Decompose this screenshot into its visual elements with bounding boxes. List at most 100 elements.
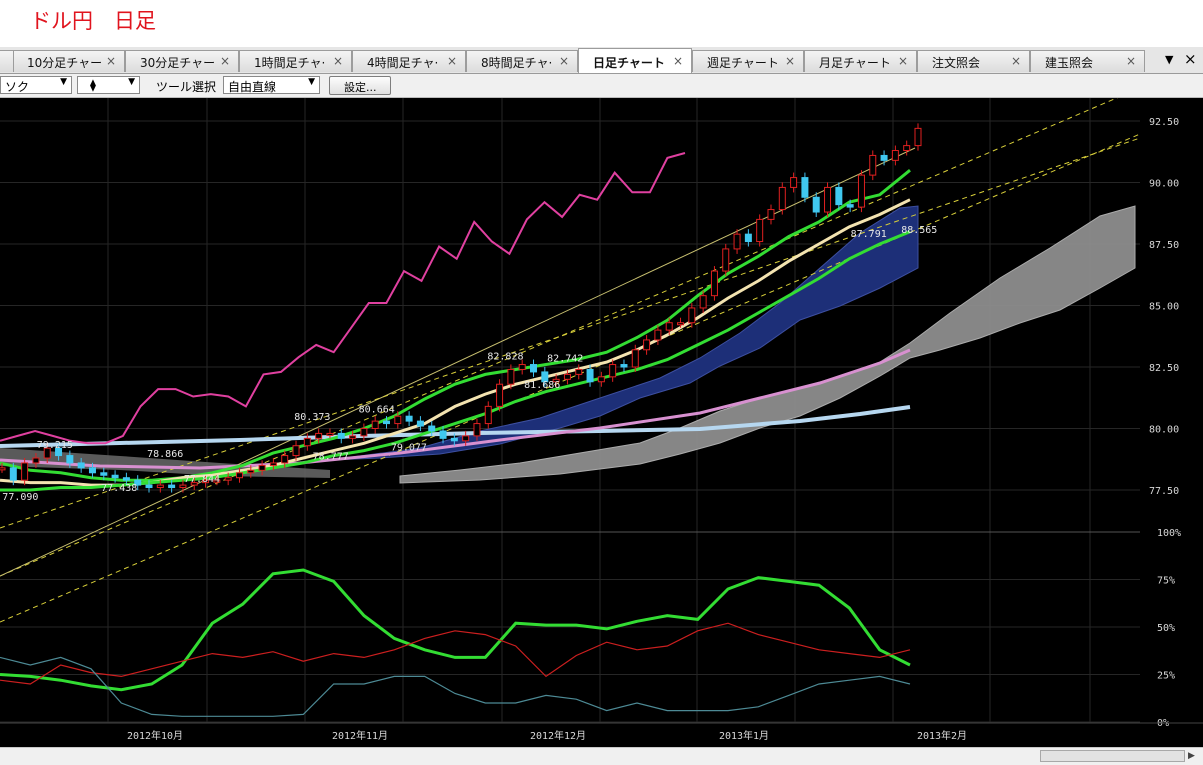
scroll-right-arrow-icon[interactable]: ▶ <box>1188 751 1195 761</box>
candle-body <box>699 295 707 309</box>
chevron-down-icon: ▼ <box>128 77 135 87</box>
oscillator-axis-label: 25% <box>1157 671 1175 682</box>
tab-label: 建玉照会 <box>1045 56 1094 70</box>
candle-body <box>247 469 255 474</box>
settings-button[interactable]: 設定... <box>329 76 391 95</box>
scrollbar-thumb[interactable] <box>1040 750 1185 762</box>
tab-10[interactable]: 建玉照会 × <box>1030 50 1145 72</box>
candle-body <box>224 477 232 481</box>
tab-label: 1時間足チャ· <box>254 56 326 70</box>
tab-7[interactable]: 週足チャート × <box>692 50 804 72</box>
candle-body <box>496 383 504 407</box>
tab-8[interactable]: 月足チャート × <box>804 50 917 72</box>
candle-body <box>371 420 379 429</box>
horizontal-scrollbar[interactable]: ▶ <box>0 747 1203 765</box>
candle-body <box>32 457 40 464</box>
candle-body <box>168 484 176 489</box>
tab-label: 10分足チャー <box>27 56 103 70</box>
candle-body <box>609 364 617 378</box>
close-tab-icon[interactable]: × <box>106 54 116 68</box>
marker-select[interactable]: ⧫ ▼ <box>77 76 140 94</box>
candle-body <box>767 209 775 220</box>
candle-body <box>235 472 243 479</box>
close-tab-icon[interactable]: × <box>333 54 343 68</box>
candle-body <box>281 455 289 464</box>
price-axis-label: 77.50 <box>1149 486 1179 497</box>
chart-canvas: 77.090 79.215 77.438 78.866 77.844 80.373 78.7… <box>0 87 1203 742</box>
close-tab-icon[interactable]: × <box>559 54 569 68</box>
close-tab-icon[interactable]: × <box>447 54 457 68</box>
price-annotation: 82.742 <box>547 354 583 365</box>
candle-body <box>903 145 911 152</box>
chart-type-value: ソク <box>5 80 30 94</box>
candle-body <box>778 186 786 211</box>
chart-area[interactable]: 77.090 79.215 77.438 78.866 77.844 80.373 78.7… <box>0 87 1203 747</box>
candle-body <box>744 233 752 243</box>
candle-body <box>0 467 6 471</box>
candle-body <box>258 464 266 471</box>
tab-partial[interactable] <box>0 50 14 72</box>
price-axis-label: 82.50 <box>1149 363 1179 374</box>
tab-2[interactable]: 30分足チャー × <box>125 50 239 72</box>
candle-body <box>462 435 470 442</box>
candle-body <box>416 420 424 427</box>
price-axis-label: 85.00 <box>1149 302 1179 313</box>
close-tab-icon[interactable]: × <box>898 54 908 68</box>
candle-body <box>360 428 368 437</box>
price-annotation: 80.373 <box>294 412 330 423</box>
price-axis-label: 90.00 <box>1149 179 1179 190</box>
time-axis-label: 2013年2月 <box>917 729 967 742</box>
tab-label: 週足チャート <box>707 56 779 70</box>
candle-body <box>315 432 323 439</box>
price-annotation: 77.844 <box>184 474 220 485</box>
page-title: ドル円 日足 <box>30 9 156 33</box>
candle-body <box>643 339 651 351</box>
tab-4[interactable]: 4時間足チャ· × <box>352 50 466 72</box>
price-annotation: 80.664 <box>359 405 395 416</box>
candle-body <box>563 373 571 380</box>
candle-body <box>111 474 119 479</box>
chart-type-select[interactable]: ソク ▼ <box>0 76 72 94</box>
tab-label: 30分足チャー <box>140 56 216 70</box>
tool-select[interactable]: 自由直線 ▼ <box>223 76 320 94</box>
candle-body <box>394 415 402 425</box>
candle-body <box>122 477 130 481</box>
close-tab-icon[interactable]: × <box>673 54 683 68</box>
tab-label: 8時間足チャ· <box>481 56 553 70</box>
price-annotation: 79.215 <box>37 440 73 451</box>
tab-bar: 10分足チャー × 30分足チャー × 1時間足チャ· × 4時間足チャ· × 8時間足チャ· ×… <box>0 47 1203 74</box>
candle-body <box>473 423 481 437</box>
tab-menu-icon[interactable]: ▼ <box>1165 53 1173 66</box>
close-tab-icon[interactable]: × <box>220 54 230 68</box>
candle-body <box>824 186 832 213</box>
chart-toolbar: ソク ▼ ⧫ ▼ ツール選択 自由直線 ▼ 設定... <box>0 74 1203 98</box>
tab-6[interactable]: 日足チャート × <box>578 48 692 73</box>
candle-body <box>156 484 164 489</box>
candle-marker-icon: ⧫ <box>90 78 96 92</box>
trendline-solid <box>0 147 916 577</box>
candle-body <box>382 420 390 425</box>
oscillator-axis-label: 100% <box>1157 528 1181 539</box>
candle-body <box>677 322 685 326</box>
candle-body <box>654 329 662 341</box>
tab-1[interactable]: 10分足チャー × <box>12 50 125 72</box>
candle-body <box>869 154 877 176</box>
candle-body <box>428 425 436 432</box>
tab-label: 日足チャート <box>593 56 665 70</box>
time-axis-label: 2012年11月 <box>332 729 388 742</box>
close-tab-icon[interactable]: × <box>1011 54 1021 68</box>
window-close-icon[interactable]: × <box>1184 50 1197 68</box>
tab-3[interactable]: 1時間足チャ· × <box>239 50 352 72</box>
candle-body <box>405 415 413 422</box>
close-tab-icon[interactable]: × <box>785 54 795 68</box>
tab-5[interactable]: 8時間足チャ· × <box>466 50 578 72</box>
tab-9[interactable]: 注文照会 × <box>917 50 1030 72</box>
close-tab-icon[interactable]: × <box>1126 54 1136 68</box>
price-annotation: 81.686 <box>524 380 560 391</box>
candle-body <box>337 432 345 439</box>
candle-body <box>790 177 798 188</box>
rci-line <box>0 152 686 445</box>
candle-body <box>688 307 696 324</box>
candle-body <box>100 472 108 476</box>
price-annotation: 82.828 <box>487 352 523 363</box>
